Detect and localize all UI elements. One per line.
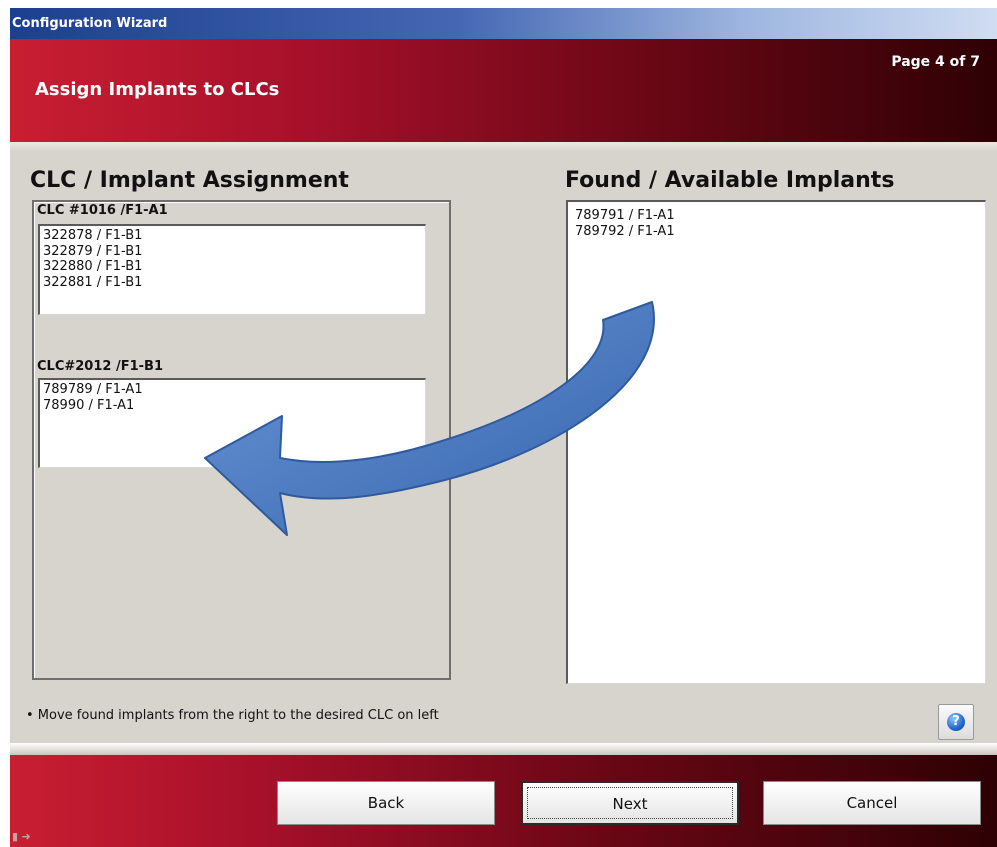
footer-divider: [10, 743, 997, 755]
list-item[interactable]: 322880 / F1-B1: [43, 259, 425, 275]
right-panel-title: Found / Available Implants: [565, 168, 895, 193]
instruction-text: • Move found implants from the right to …: [26, 708, 439, 723]
header-divider: [10, 142, 997, 152]
list-item[interactable]: 789792 / F1-A1: [575, 224, 985, 240]
question-mark-icon: ?: [947, 713, 965, 731]
wizard-content: CLC / Implant Assignment Found / Availab…: [10, 152, 997, 743]
clc-group-label: CLC #1016 /F1-A1: [37, 203, 168, 218]
help-button[interactable]: ?: [938, 704, 974, 740]
wizard-footer: Back Next Cancel ▮ ➜: [10, 755, 997, 847]
wizard-header: Assign Implants to CLCs Page 4 of 7: [10, 39, 997, 142]
page-indicator: Page 4 of 7: [891, 54, 980, 70]
window-title: Configuration Wizard: [12, 16, 168, 31]
clc-implant-list[interactable]: 322878 / F1-B1 322879 / F1-B1 322880 / F…: [38, 224, 426, 315]
list-item[interactable]: 322881 / F1-B1: [43, 275, 425, 291]
available-implants-list[interactable]: 789791 / F1-A1 789792 / F1-A1: [566, 200, 986, 684]
list-item[interactable]: 789791 / F1-A1: [575, 208, 985, 224]
cancel-button[interactable]: Cancel: [763, 781, 981, 825]
list-item[interactable]: 322878 / F1-B1: [43, 228, 425, 244]
status-icon: ▮ ➜: [12, 830, 31, 843]
list-item[interactable]: 322879 / F1-B1: [43, 244, 425, 260]
list-item[interactable]: 78990 / F1-A1: [43, 398, 425, 414]
next-button[interactable]: Next: [521, 781, 739, 825]
page-title: Assign Implants to CLCs: [35, 79, 280, 100]
back-button[interactable]: Back: [277, 781, 495, 825]
list-item[interactable]: 789789 / F1-A1: [43, 382, 425, 398]
clc-assignment-group: CLC #1016 /F1-A1 322878 / F1-B1 322879 /…: [32, 200, 451, 680]
window-title-bar: Configuration Wizard: [10, 8, 997, 39]
clc-implant-list[interactable]: 789789 / F1-A1 78990 / F1-A1: [38, 378, 426, 468]
left-panel-title: CLC / Implant Assignment: [30, 168, 349, 193]
clc-group-label: CLC#2012 /F1-B1: [37, 359, 163, 374]
